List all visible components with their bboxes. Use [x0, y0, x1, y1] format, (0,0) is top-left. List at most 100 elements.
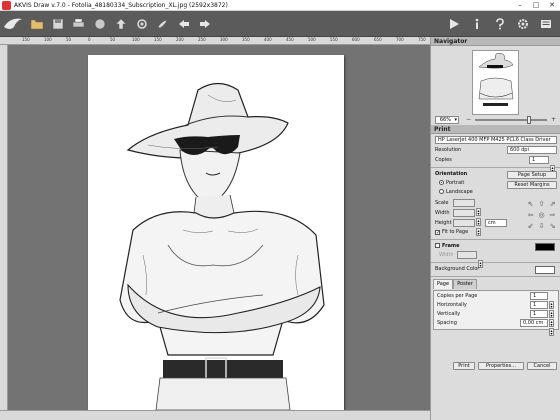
- ruler-tick-label: 300: [220, 37, 228, 42]
- page-setup-button[interactable]: Page Setup: [507, 171, 557, 179]
- print-button[interactable]: Print: [453, 362, 475, 370]
- fit-to-page-checkbox[interactable]: ✓ Fit to Page: [431, 229, 469, 236]
- width-field[interactable]: [453, 209, 475, 217]
- frame-label: Frame: [442, 243, 460, 249]
- ruler-tick-label: 150: [22, 37, 30, 42]
- vertical-ruler: [0, 45, 8, 410]
- status-bar: [0, 410, 430, 420]
- ruler-tick-label: 100: [44, 37, 52, 42]
- scale-field[interactable]: [453, 199, 475, 207]
- sketch-image: [119, 82, 325, 411]
- ruler-tick-label: 450: [286, 37, 294, 42]
- ruler-tick-label: 50: [66, 37, 72, 42]
- width-label: Width: [435, 210, 450, 216]
- app-icon: [2, 0, 11, 10]
- ruler-tick-label: 750: [418, 37, 426, 42]
- scale-label: Scale: [435, 200, 449, 206]
- ruler-tick-label: 100: [132, 37, 140, 42]
- zoom-slider-handle[interactable]: [527, 116, 531, 124]
- settings-icon[interactable]: [514, 15, 531, 32]
- minimize-button[interactable]: –: [512, 0, 528, 11]
- frame-width-field[interactable]: [457, 251, 477, 259]
- batch-icon[interactable]: [133, 15, 150, 32]
- maximize-button[interactable]: □: [528, 0, 544, 11]
- align-top-right-icon[interactable]: ⇗: [547, 199, 558, 210]
- spacing-stepper[interactable]: ▴ ▾: [549, 328, 554, 336]
- horizontally-label: Horizontally: [437, 302, 467, 308]
- cancel-button[interactable]: Cancel: [527, 362, 557, 370]
- horizontal-ruler: 150 100 50 0 50 100 150 200 250 300 350 400 450 500 55…: [0, 37, 430, 45]
- info-icon[interactable]: [468, 15, 485, 32]
- tab-page[interactable]: Page: [433, 279, 453, 289]
- spacing-label: Spacing: [437, 320, 457, 326]
- zoom-in-button[interactable]: +: [550, 116, 557, 124]
- upload-icon[interactable]: [112, 15, 129, 32]
- portrait-label: Portrait: [446, 180, 465, 186]
- print-icon[interactable]: [70, 15, 87, 32]
- side-panel: Navigator 66% − + Print HP LaserJet 400 …: [430, 37, 560, 420]
- tab-poster[interactable]: Poster: [453, 279, 477, 289]
- copies-label: Copies: [435, 157, 452, 163]
- brush-icon[interactable]: [154, 15, 171, 32]
- align-right-icon[interactable]: ⇨: [547, 210, 558, 221]
- title-bar: AKVIS Draw v.7.0 - Fotolia_48180334_Subs…: [0, 0, 560, 11]
- frame-color-swatch[interactable]: [535, 243, 555, 251]
- navigator-thumbnail[interactable]: [472, 50, 519, 115]
- print-panel: Print HP LaserJet 400 MFP M425 PCL6 Clas…: [431, 125, 560, 336]
- align-center-icon[interactable]: ◎: [536, 210, 547, 221]
- frame-width-label: Width: [439, 252, 454, 258]
- background-color-swatch[interactable]: [535, 266, 555, 274]
- background-color-label: Background Color: [435, 266, 480, 272]
- window-title: AKVIS Draw v.7.0 - Fotolia_48180334_Subs…: [14, 1, 228, 9]
- spacing-field[interactable]: 0,00 cm: [520, 319, 548, 327]
- undo-icon[interactable]: [175, 15, 192, 32]
- align-top-icon[interactable]: ⇧: [536, 199, 547, 210]
- image-workspace[interactable]: [8, 45, 430, 411]
- vertically-field[interactable]: 1: [530, 310, 548, 318]
- fit-to-page-label: Fit to Page: [442, 229, 469, 235]
- akvis-logo-icon: [4, 18, 22, 29]
- unit-select[interactable]: cm: [485, 219, 507, 227]
- ruler-tick-label: 50: [110, 37, 116, 42]
- orientation-label: Orientation: [435, 171, 468, 177]
- portrait-radio[interactable]: Portrait: [431, 180, 464, 186]
- run-icon[interactable]: [445, 15, 462, 32]
- height-label: Height: [435, 220, 452, 226]
- align-left-icon[interactable]: ⇦: [525, 210, 536, 221]
- zoom-select[interactable]: 66%: [435, 116, 459, 124]
- horizontally-field[interactable]: 1: [530, 301, 548, 309]
- ruler-tick-label: 200: [176, 37, 184, 42]
- share-icon[interactable]: [91, 15, 108, 32]
- ruler-tick-label: 500: [308, 37, 316, 42]
- redo-icon[interactable]: [196, 15, 213, 32]
- frame-checkbox[interactable]: Frame: [431, 243, 460, 249]
- zoom-slider[interactable]: [475, 116, 547, 124]
- height-field[interactable]: [453, 219, 475, 227]
- help-icon[interactable]: [491, 15, 508, 32]
- align-top-left-icon[interactable]: ⇖: [525, 199, 536, 210]
- print-preview-page: [88, 55, 344, 411]
- zoom-out-button[interactable]: −: [465, 116, 472, 124]
- print-actions: Print Properties... Cancel: [431, 360, 560, 372]
- copies-per-page-field[interactable]: 1: [530, 292, 548, 300]
- print-title: Print: [431, 125, 560, 134]
- toolbar: [0, 11, 560, 37]
- ruler-tick-label: 0: [88, 37, 91, 42]
- printer-select[interactable]: HP LaserJet 400 MFP M425 PCL6 Class Driv…: [435, 136, 557, 144]
- ruler-tick-label: 250: [198, 37, 206, 42]
- close-button[interactable]: ✕: [544, 0, 560, 11]
- navigator-title: Navigator: [431, 37, 560, 46]
- ruler-tick-label: 150: [154, 37, 162, 42]
- ruler-tick-label: 350: [242, 37, 250, 42]
- vertically-label: Vertically: [437, 311, 461, 317]
- landscape-radio[interactable]: Landscape: [431, 189, 473, 195]
- copies-field[interactable]: 1: [529, 156, 549, 164]
- open-icon[interactable]: [28, 15, 45, 32]
- news-icon[interactable]: [537, 15, 554, 32]
- ruler-tick-label: 550: [330, 37, 338, 42]
- copies-per-page-label: Copies per Page: [437, 293, 478, 299]
- resolution-select[interactable]: 600 dpi: [507, 146, 557, 154]
- ruler-tick-label: 600: [352, 37, 360, 42]
- properties-button[interactable]: Properties...: [478, 362, 524, 370]
- save-icon[interactable]: [49, 15, 66, 32]
